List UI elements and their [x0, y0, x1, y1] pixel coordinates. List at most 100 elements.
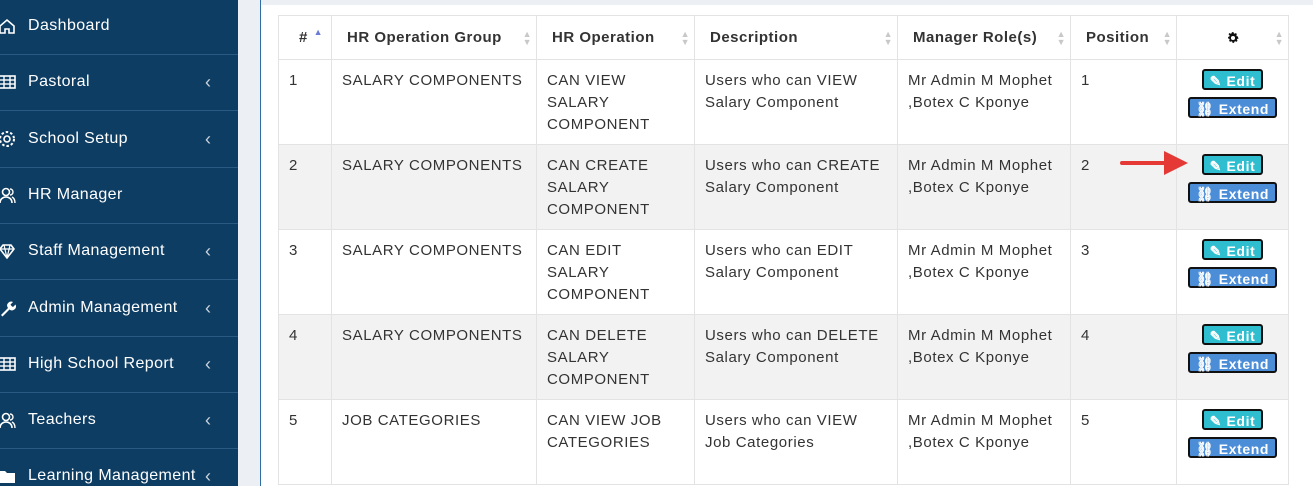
wrench-icon [1, 301, 16, 316]
col-header-group-label: HR Operation Group [347, 29, 502, 46]
col-header-operation[interactable]: HR Operation ▲ ▼ [536, 15, 695, 60]
cell-group: SALARY COMPONENTS [331, 314, 537, 400]
sidebar-item-learning-management[interactable]: Learning Management ‹ [0, 449, 238, 486]
extend-button-label: Extend [1218, 441, 1270, 457]
sidebar-item-school-setup[interactable]: School Setup ‹ [0, 112, 238, 168]
extend-button[interactable]: ⛓ Extend [1187, 437, 1278, 458]
col-header-managers-label: Manager Role(s) [913, 29, 1038, 46]
sidebar-item-hr-manager[interactable]: HR Manager [0, 168, 238, 224]
cell-operation: CAN VIEW JOB CATEGORIES [536, 399, 695, 485]
cell-position: 4 [1070, 314, 1177, 400]
sort-icon: ▲ ▼ [522, 29, 532, 47]
sort-icon: ▲ ▼ [883, 29, 893, 47]
sidebar-item-high-school-report[interactable]: High School Report ‹ [0, 337, 238, 393]
sidebar-item-label: Learning Management [28, 467, 196, 485]
cell-operation: CAN EDIT SALARY COMPONENT [536, 229, 695, 315]
sort-icon: ▲ ▼ [1056, 29, 1066, 47]
chevron-left-icon: ‹ [205, 128, 212, 149]
sort-asc-icon: ▲ [313, 27, 323, 37]
cell-actions: ✎ Edit ⛓ Extend [1176, 144, 1289, 230]
col-header-description[interactable]: Description ▲ ▼ [694, 15, 898, 60]
cell-group: SALARY COMPONENTS [331, 229, 537, 315]
sort-icon: ▲ ▼ [680, 29, 690, 47]
table-row: 4 SALARY COMPONENTS CAN DELETE SALARY COMP… [278, 314, 1289, 400]
cell-group: SALARY COMPONENTS [331, 59, 537, 145]
extend-button[interactable]: ⛓ Extend [1187, 182, 1278, 203]
col-header-position[interactable]: Position ▲ ▼ [1070, 15, 1177, 60]
users-icon [0, 412, 16, 429]
extend-button[interactable]: ⛓ Extend [1187, 267, 1278, 288]
edit-button-label: Edit [1226, 413, 1256, 429]
chevron-left-icon: ‹ [205, 72, 212, 93]
extend-button-label: Extend [1218, 271, 1270, 287]
edit-icon: ✎ [1209, 73, 1227, 89]
cell-num: 3 [278, 229, 332, 315]
link-icon: ⛓ [1195, 101, 1219, 117]
extend-button-label: Extend [1218, 356, 1270, 372]
cell-description: Users who can VIEW Salary Component [694, 59, 898, 145]
cell-position: 1 [1070, 59, 1177, 145]
cell-managers: Mr Admin M Mophet ,Botex C Kponye [897, 399, 1071, 485]
link-icon: ⛓ [1195, 271, 1219, 287]
sidebar-item-pastoral[interactable]: Pastoral ‹ [0, 55, 238, 112]
table-row: 1 SALARY COMPONENTS CAN VIEW SALARY COMPON… [278, 59, 1289, 145]
chevron-left-icon: ‹ [205, 241, 212, 262]
cell-num: 2 [278, 144, 332, 230]
table-row: 3 SALARY COMPONENTS CAN EDIT SALARY COMPON… [278, 229, 1289, 315]
col-header-num-label: # [299, 29, 308, 46]
edit-button[interactable]: ✎ Edit [1201, 239, 1264, 260]
col-header-actions[interactable]: ▲ ▼ [1176, 15, 1289, 60]
table-icon [0, 356, 16, 371]
cell-managers: Mr Admin M Mophet ,Botex C Kponye [897, 314, 1071, 400]
sidebar-item-label: Admin Management [28, 298, 178, 316]
sidebar-item-admin-management[interactable]: Admin Management ‹ [0, 281, 238, 337]
chevron-left-icon: ‹ [205, 297, 212, 318]
extend-button[interactable]: ⛓ Extend [1187, 352, 1278, 373]
cell-actions: ✎ Edit ⛓ Extend [1176, 399, 1289, 485]
extend-button-label: Extend [1218, 101, 1270, 117]
edit-button[interactable]: ✎ Edit [1201, 409, 1264, 430]
col-header-managers[interactable]: Manager Role(s) ▲ ▼ [897, 15, 1071, 60]
cell-description: Users who can CREATE Salary Component [694, 144, 898, 230]
cell-operation: CAN CREATE SALARY COMPONENT [536, 144, 695, 230]
cell-num: 5 [278, 399, 332, 485]
sidebar-item-staff-management[interactable]: Staff Management ‹ [0, 224, 238, 281]
cell-actions: ✎ Edit ⛓ Extend [1176, 59, 1289, 145]
link-icon: ⛓ [1195, 186, 1219, 202]
table-icon [0, 75, 16, 90]
sidebar-item-dashboard[interactable]: Dashboard [0, 0, 238, 55]
cell-num: 4 [278, 314, 332, 400]
folder-icon [0, 471, 15, 484]
sidebar-item-label: Staff Management [28, 242, 165, 260]
sort-icon: ▲ ▼ [1274, 29, 1284, 47]
cell-actions: ✎ Edit ⛓ Extend [1176, 229, 1289, 315]
gear-icon [0, 130, 15, 147]
cell-managers: Mr Admin M Mophet ,Botex C Kponye [897, 144, 1071, 230]
annotation-arrow-icon [1120, 151, 1188, 175]
edit-button[interactable]: ✎ Edit [1201, 69, 1264, 90]
panel-top-strip [261, 0, 1313, 5]
sidebar-item-teachers[interactable]: Teachers ‹ [0, 393, 238, 450]
cell-description: Users who can EDIT Salary Component [694, 229, 898, 315]
sidebar-item-label: Pastoral [28, 73, 90, 91]
sidebar: Dashboard Pastoral ‹ School Setup ‹ HR Manage… [0, 0, 238, 486]
cell-managers: Mr Admin M Mophet ,Botex C Kponye [897, 229, 1071, 315]
edit-icon: ✎ [1209, 328, 1227, 344]
extend-button[interactable]: ⛓ Extend [1187, 97, 1278, 118]
cell-operation: CAN VIEW SALARY COMPONENT [536, 59, 695, 145]
edit-button-label: Edit [1226, 243, 1256, 259]
edit-button[interactable]: ✎ Edit [1201, 154, 1264, 175]
chevron-left-icon: ‹ [205, 353, 212, 374]
edit-button-label: Edit [1226, 328, 1256, 344]
sort-icon: ▲ ▼ [1162, 29, 1172, 47]
table-header-row: # ▲ HR Operation Group ▲ ▼ HR Operation ▲ ▼ D… [278, 15, 1289, 60]
cell-actions: ✎ Edit ⛓ Extend [1176, 314, 1289, 400]
edit-icon: ✎ [1209, 158, 1227, 174]
cell-operation: CAN DELETE SALARY COMPONENT [536, 314, 695, 400]
col-header-num[interactable]: # ▲ [278, 15, 332, 60]
col-header-position-label: Position [1086, 29, 1150, 46]
col-header-group[interactable]: HR Operation Group ▲ ▼ [331, 15, 537, 60]
edit-button[interactable]: ✎ Edit [1201, 324, 1264, 345]
sidebar-item-label: School Setup [28, 129, 128, 147]
sidebar-item-label: Teachers [28, 411, 97, 429]
